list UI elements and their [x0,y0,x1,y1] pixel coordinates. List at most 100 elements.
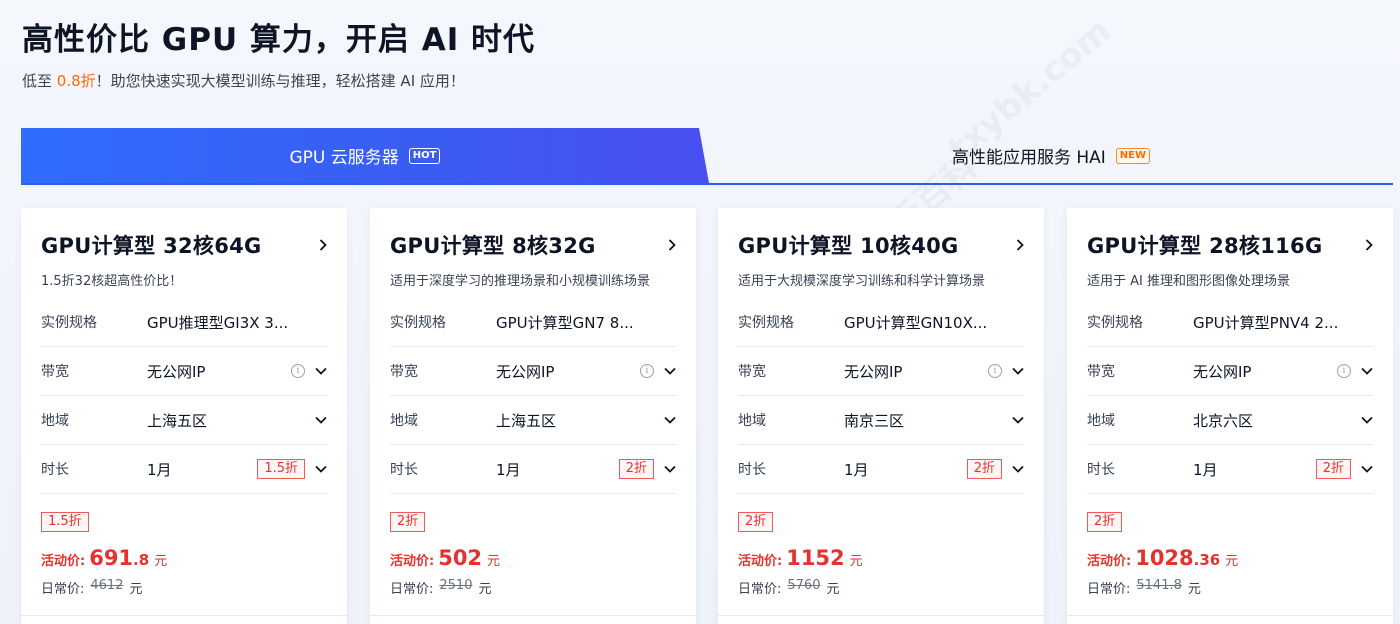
product-card: GPU计算型 8核32G 适用于深度学习的推理场景和小规模训练场景 实例规格 G… [370,208,696,624]
spec-row-region[interactable]: 地域 上海五区 [390,396,676,445]
subtitle-discount-highlight: 0.8折 [56,72,96,90]
regular-price-value: 2510 [439,578,473,593]
card-header-link[interactable]: GPU计算型 8核32G [390,208,676,278]
chevron-down-icon[interactable] [1361,366,1373,376]
promo-discount-badge: 2折 [738,512,774,532]
info-icon[interactable]: i [291,364,305,378]
spec-label: 实例规格 [1087,315,1143,331]
spec-row-duration[interactable]: 时长 1月 2折 [1087,445,1373,494]
promo-price-integer: 1028 [1135,546,1194,570]
chevron-down-icon[interactable] [1361,464,1373,474]
spec-row-region[interactable]: 地域 南京三区 [738,396,1024,445]
duration-select[interactable]: 1月 [147,459,257,480]
card-divider [1067,615,1393,616]
bandwidth-select[interactable]: 无公网IP [1193,361,1337,382]
region-select[interactable]: 南京三区 [844,410,1012,431]
spec-label: 时长 [1087,462,1115,478]
info-icon[interactable]: i [1337,364,1351,378]
regular-price: 日常价: 4612 元 [41,578,327,597]
duration-discount-badge: 2折 [618,459,654,479]
region-select[interactable]: 北京六区 [1193,410,1361,431]
row-controls: i [640,364,676,378]
promo-price: 活动价: 1028 .36 元 [1087,546,1373,570]
promo-price-label: 活动价: [41,554,86,569]
spec-row-duration[interactable]: 时长 1月 2折 [738,445,1024,494]
spec-row-region[interactable]: 地域 上海五区 [41,396,327,445]
regular-price-unit: 元 [826,582,840,597]
promo-price-unit: 元 [1225,554,1239,569]
card-header-link[interactable]: GPU计算型 32核64G [41,208,327,278]
duration-select[interactable]: 1月 [496,459,619,480]
spec-label: 带宽 [390,364,418,380]
card-header-link[interactable]: GPU计算型 10核40G [738,208,1024,278]
instance-type-value: GPU推理型GI3X 3... [147,313,289,332]
region-select[interactable]: 上海五区 [496,410,664,431]
promo-price-unit: 元 [487,554,501,569]
instance-type-value: GPU计算型PNV4 2... [1193,313,1339,332]
info-icon[interactable]: i [988,364,1002,378]
regular-price-unit: 元 [129,582,143,597]
spec-row-instance: 实例规格 GPU推理型GI3X 3... [41,298,327,347]
spec-row-region[interactable]: 地域 北京六区 [1087,396,1373,445]
card-description: 适用于深度学习的推理场景和小规模训练场景 [390,274,651,289]
promo-price-unit: 元 [849,554,863,569]
bandwidth-select[interactable]: 无公网IP [844,361,988,382]
card-description: 适用于 AI 推理和图形图像处理场景 [1087,274,1290,289]
promo-discount-badge: 1.5折 [41,512,89,532]
spec-row-bandwidth[interactable]: 带宽 无公网IP i [738,347,1024,396]
row-controls [664,415,676,425]
row-controls [1012,415,1024,425]
chevron-down-icon[interactable] [1012,464,1024,474]
chevron-down-icon[interactable] [315,415,327,425]
card-header-link[interactable]: GPU计算型 28核116G [1087,208,1373,278]
spec-list: 实例规格 GPU计算型GN10X... 带宽 无公网IP i 地域 南京三区 时 [738,298,1024,494]
chevron-down-icon[interactable] [1361,415,1373,425]
promo-price-decimal: .8 [133,551,150,569]
regular-price-label: 日常价: [390,582,434,597]
spec-list: 实例规格 GPU计算型PNV4 2... 带宽 无公网IP i 地域 北京六区 [1087,298,1373,494]
spec-row-bandwidth[interactable]: 带宽 无公网IP i [41,347,327,396]
spec-label: 地域 [390,413,418,429]
product-card: GPU计算型 28核116G 适用于 AI 推理和图形图像处理场景 实例规格 G… [1067,208,1393,624]
chevron-down-icon[interactable] [664,415,676,425]
info-icon[interactable]: i [640,364,654,378]
bandwidth-select[interactable]: 无公网IP [147,361,291,382]
region-select[interactable]: 上海五区 [147,410,315,431]
spec-row-duration[interactable]: 时长 1月 2折 [390,445,676,494]
bandwidth-select[interactable]: 无公网IP [496,361,640,382]
row-controls: 2折 [1315,459,1373,479]
regular-price-value: 5760 [787,578,821,593]
spec-label: 时长 [738,462,766,478]
card-description: 1.5折32核超高性价比！ [41,274,183,289]
spec-row-bandwidth[interactable]: 带宽 无公网IP i [1087,347,1373,396]
chevron-right-icon [1012,235,1024,255]
promo-discount-badge: 2折 [390,512,426,532]
duration-select[interactable]: 1月 [844,459,967,480]
product-card: GPU计算型 10核40G 适用于大规模深度学习训练和科学计算场景 实例规格 G… [718,208,1044,624]
promo-price-integer: 1152 [786,546,845,570]
spec-row-duration[interactable]: 时长 1月 1.5折 [41,445,327,494]
tab-gpu-cloud-server[interactable]: GPU 云服务器 HOT [21,128,709,183]
duration-select[interactable]: 1月 [1193,459,1316,480]
spec-label: 实例规格 [738,315,794,331]
tab-hai[interactable]: 高性能应用服务 HAI NEW [709,128,1393,183]
chevron-down-icon[interactable] [315,366,327,376]
duration-discount-badge: 2折 [966,459,1002,479]
chevron-down-icon[interactable] [1012,366,1024,376]
subtitle-prefix: 低至 [22,72,53,90]
product-card: GPU计算型 32核64G 1.5折32核超高性价比！ 实例规格 GPU推理型G… [21,208,347,624]
spec-list: 实例规格 GPU推理型GI3X 3... 带宽 无公网IP i 地域 上海五区 [41,298,327,494]
spec-label: 带宽 [1087,364,1115,380]
spec-row-bandwidth[interactable]: 带宽 无公网IP i [390,347,676,396]
regular-price-value: 4612 [90,578,124,593]
promo-price: 活动价: 691 .8 元 [41,546,327,570]
promo-price-label: 活动价: [390,554,435,569]
chevron-down-icon[interactable] [315,464,327,474]
row-controls [1361,415,1373,425]
chevron-down-icon[interactable] [1012,415,1024,425]
card-title: GPU计算型 28核116G [1087,234,1323,258]
spec-list: 实例规格 GPU计算型GN7 8... 带宽 无公网IP i 地域 上海五区 时 [390,298,676,494]
instance-type-value: GPU计算型GN10X... [844,313,988,332]
chevron-down-icon[interactable] [664,366,676,376]
chevron-down-icon[interactable] [664,464,676,474]
